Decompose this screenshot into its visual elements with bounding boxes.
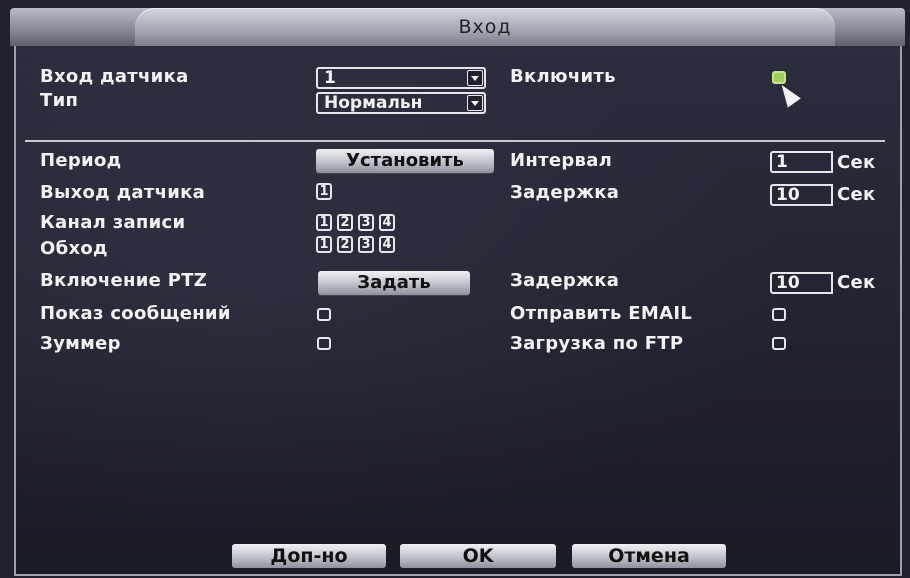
cancel-button[interactable]: Отмена: [572, 544, 726, 568]
delay-unit-2: Сек: [837, 272, 876, 293]
delay-input[interactable]: 10: [770, 184, 833, 206]
title-tab: Вход: [135, 8, 835, 46]
type-label: Тип: [40, 90, 79, 111]
ftp-upload-checkbox[interactable]: [772, 337, 786, 350]
record-channel-2[interactable]: 2: [337, 214, 353, 231]
delay-input-2[interactable]: 10: [770, 272, 833, 294]
dvr-screen: Вход Вход датчика 1 Включить Тип Нормаль…: [0, 0, 910, 578]
interval-input[interactable]: 1: [770, 151, 833, 173]
record-channel-3[interactable]: 3: [358, 214, 374, 231]
delay-label: Задержка: [510, 182, 620, 203]
delay-label-2: Задержка: [510, 270, 620, 291]
output-channel-1[interactable]: 1: [316, 183, 332, 200]
tour-channel-2[interactable]: 2: [337, 236, 353, 253]
enable-label: Включить: [510, 66, 616, 87]
interval-unit: Сек: [837, 152, 876, 173]
record-channel-1[interactable]: 1: [316, 214, 332, 231]
chevron-down-icon[interactable]: [467, 70, 483, 86]
buzzer-label: Зуммер: [40, 333, 121, 354]
window-title: Вход: [458, 16, 512, 38]
divider: [25, 140, 885, 142]
interval-label: Интервал: [510, 150, 613, 171]
record-channel-4[interactable]: 4: [379, 214, 395, 231]
ok-button[interactable]: OK: [400, 544, 556, 568]
tour-channel-4[interactable]: 4: [379, 236, 395, 253]
ptz-set-button[interactable]: Задать: [318, 271, 470, 295]
show-message-checkbox[interactable]: [317, 308, 331, 321]
ftp-upload-label: Загрузка по FTP: [510, 333, 684, 354]
period-label: Период: [40, 150, 122, 171]
ptz-label: Включение PTZ: [40, 270, 208, 291]
send-email-checkbox[interactable]: [772, 308, 786, 321]
buzzer-checkbox[interactable]: [317, 337, 331, 350]
sensor-input-value: 1: [324, 68, 336, 88]
tour-channel-1[interactable]: 1: [316, 236, 332, 253]
delay-unit: Сек: [837, 184, 876, 205]
advanced-button[interactable]: Доп-но: [232, 544, 386, 568]
tour-label: Обход: [40, 238, 108, 259]
tour-channel-3[interactable]: 3: [358, 236, 374, 253]
sensor-input-label: Вход датчика: [40, 66, 189, 87]
sensor-input-select[interactable]: 1: [316, 67, 486, 89]
type-select[interactable]: Нормальн: [316, 92, 486, 114]
send-email-label: Отправить EMAIL: [510, 303, 693, 324]
record-channel-label: Канал записи: [40, 212, 186, 233]
chevron-down-icon[interactable]: [467, 95, 483, 111]
title-bar: Вход: [10, 8, 905, 46]
sensor-output-label: Выход датчика: [40, 182, 206, 203]
period-set-button[interactable]: Установить: [316, 149, 494, 173]
type-value: Нормальн: [324, 93, 423, 113]
show-message-label: Показ сообщений: [40, 303, 231, 324]
